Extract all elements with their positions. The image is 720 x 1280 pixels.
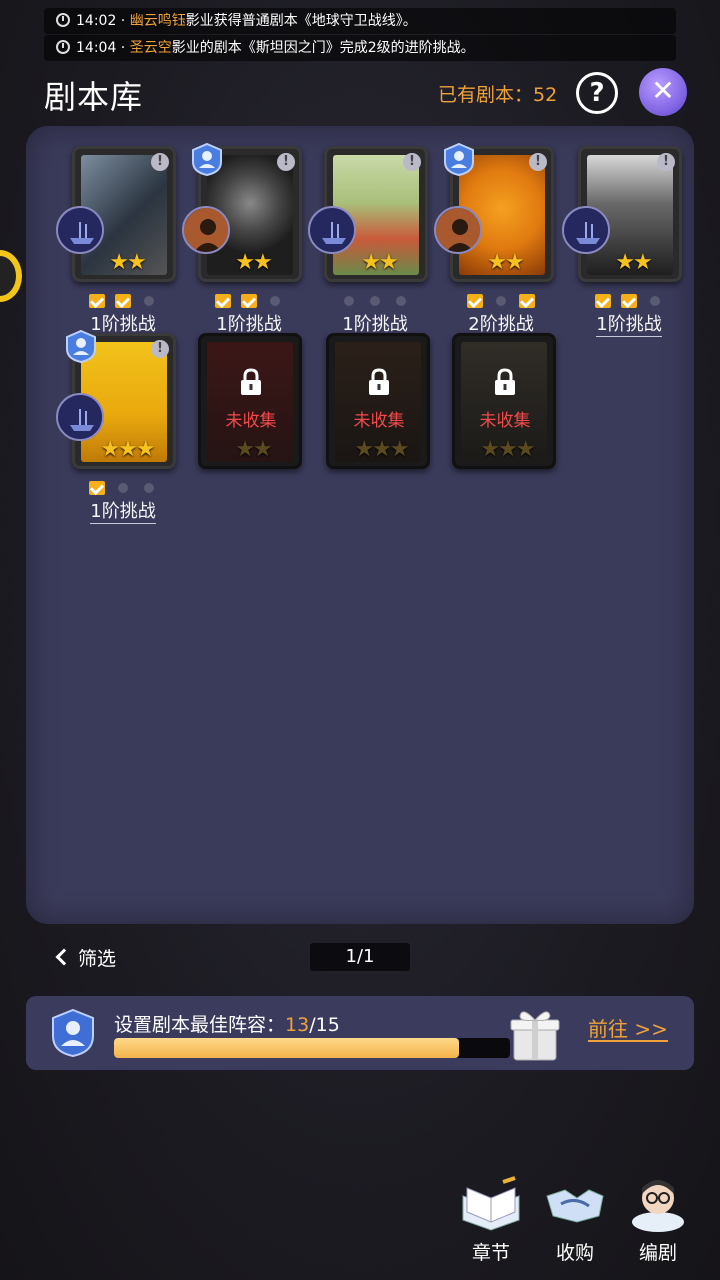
silhouette-avatar-icon [182, 206, 230, 254]
lineup-label: 设置剧本最佳阵容：13/15 [114, 1014, 340, 1036]
nav-chapters[interactable]: 章节 [455, 1176, 527, 1265]
lineup-badge-icon [190, 142, 224, 176]
writer-avatar-icon [632, 1180, 684, 1232]
lock-icon [241, 368, 261, 395]
info-icon[interactable]: ! [403, 153, 421, 171]
challenge-label[interactable]: 1阶挑战 [68, 497, 178, 524]
handshake-icon [546, 1189, 604, 1223]
lineup-shield-icon [52, 1008, 94, 1058]
ticker-player-name[interactable]: 幽云鸣钰 [130, 13, 186, 29]
info-icon[interactable]: ! [151, 340, 169, 358]
side-ring-icon[interactable] [0, 250, 22, 302]
ship-avatar-icon [308, 206, 356, 254]
locked-script-card[interactable]: 未收集 ★★★ [452, 333, 556, 469]
clock-icon [56, 13, 70, 27]
page-indicator: 1/1 [310, 943, 410, 971]
lineup-progress-bar [114, 1038, 510, 1058]
gift-box-icon[interactable] [508, 1004, 562, 1062]
close-button[interactable]: ✕ [639, 68, 687, 116]
news-ticker-2: 14:04 · 圣云空影业的剧本《斯坦因之门》完成2级的进阶挑战。 [44, 35, 676, 61]
uncollected-label: 未收集 [353, 411, 405, 431]
challenge-progress [320, 290, 430, 309]
uncollected-label: 未收集 [225, 411, 277, 431]
news-ticker-1: 14:02 · 幽云鸣钰影业获得普通剧本《地球守卫战线》。 [44, 8, 676, 34]
ship-avatar-icon [56, 393, 104, 441]
info-icon[interactable]: ! [657, 153, 675, 171]
help-button[interactable]: ? [576, 72, 618, 114]
info-icon[interactable]: ! [529, 153, 547, 171]
lineup-badge-icon [64, 329, 98, 363]
lock-icon [369, 368, 389, 395]
page-title: 剧本库 [44, 78, 144, 116]
locked-script-card[interactable]: 未收集 ★★★ [326, 333, 430, 469]
book-icon [462, 1176, 520, 1231]
goto-button[interactable]: 前往 >> [588, 1018, 668, 1042]
lineup-badge-icon [442, 142, 476, 176]
nav-acquire[interactable]: 收购 [539, 1176, 611, 1265]
info-icon[interactable]: ! [151, 153, 169, 171]
challenge-progress [68, 290, 178, 309]
nav-writer[interactable]: 编剧 [622, 1176, 694, 1265]
filter-button[interactable]: 筛选 [55, 944, 116, 971]
clock-icon [56, 40, 70, 54]
owned-scripts-count: 已有剧本：52 [438, 84, 558, 106]
info-icon[interactable]: ! [277, 153, 295, 171]
best-lineup-bar: 设置剧本最佳阵容：13/15 前往 >> [26, 996, 694, 1070]
silhouette-avatar-icon [434, 206, 482, 254]
chevron-left-icon [55, 948, 73, 966]
lock-icon [495, 368, 515, 395]
uncollected-label: 未收集 [479, 411, 531, 431]
ship-avatar-icon [56, 206, 104, 254]
challenge-progress [194, 290, 304, 309]
challenge-label[interactable]: 1阶挑战 [574, 310, 684, 337]
challenge-progress [446, 290, 556, 309]
lineup-progress-fill [114, 1038, 459, 1058]
challenge-progress [68, 477, 178, 496]
challenge-progress [574, 290, 684, 309]
ticker-player-name[interactable]: 圣云空 [130, 40, 172, 56]
ship-avatar-icon [562, 206, 610, 254]
locked-script-card[interactable]: 未收集 ★★ [198, 333, 302, 469]
